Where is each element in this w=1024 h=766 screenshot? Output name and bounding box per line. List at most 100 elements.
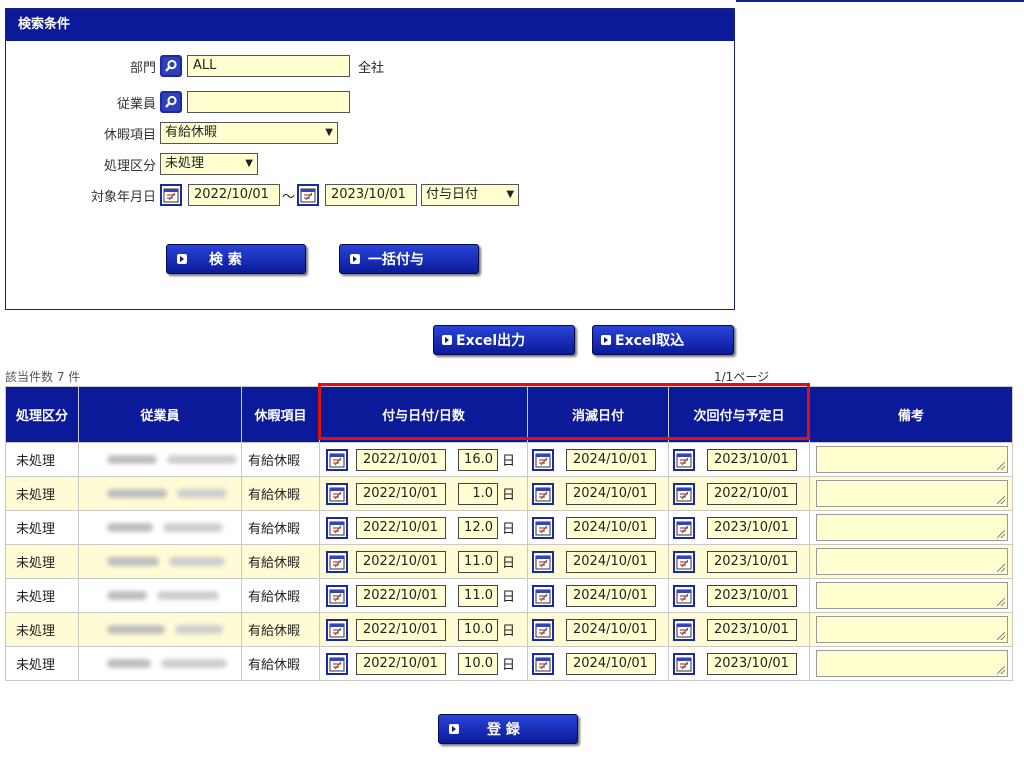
cell-next-grant: 2023/10/01 [668, 612, 810, 647]
calendar-icon[interactable] [326, 482, 348, 505]
employee-input[interactable] [187, 91, 350, 113]
calendar-icon[interactable] [532, 584, 554, 607]
header-leave-item[interactable]: 休暇項目 [241, 386, 320, 443]
calendar-icon[interactable] [673, 550, 695, 573]
memo-textarea[interactable] [816, 480, 1008, 507]
cell-next-grant: 2023/10/01 [668, 578, 810, 613]
grant-days-input[interactable]: 10.0 [458, 652, 498, 675]
cell-grant: 2022/10/01 16.0 日 [319, 442, 528, 477]
process-select[interactable]: 未処理 ▼ [160, 153, 258, 175]
grant-date-input[interactable]: 2022/10/01 [356, 516, 446, 539]
header-memo[interactable]: 備考 [809, 386, 1013, 443]
process-label: 処理区分 [103, 158, 156, 174]
cell-memo [809, 646, 1013, 681]
calendar-icon[interactable] [326, 550, 348, 573]
search-button[interactable]: 検 索 [166, 244, 306, 274]
leave-item-select[interactable]: 有給休暇 ▼ [160, 122, 338, 144]
grant-date-input[interactable]: 2022/10/01 [356, 550, 446, 573]
cell-memo [809, 442, 1013, 477]
calendar-icon[interactable] [673, 482, 695, 505]
next-grant-date-input[interactable]: 2023/10/01 [707, 618, 797, 641]
results-table: 処理区分 従業員 休暇項目 付与日付/日数 消滅日付 次回付与予定日 備考 未処… [5, 386, 1013, 681]
next-grant-date-input[interactable]: 2022/10/01 [707, 482, 797, 505]
excel-export-button[interactable]: Excel出力 [433, 325, 575, 355]
calendar-icon[interactable] [532, 652, 554, 675]
bulk-grant-button[interactable]: 一括付与 [339, 244, 479, 274]
calendar-icon[interactable] [532, 618, 554, 641]
memo-textarea[interactable] [816, 548, 1008, 575]
memo-textarea[interactable] [816, 650, 1008, 677]
memo-textarea[interactable] [816, 582, 1008, 609]
top-rule [736, 0, 1024, 2]
calendar-icon[interactable] [297, 184, 320, 206]
chevron-down-icon: ▼ [506, 189, 515, 200]
cell-expire: 2024/10/01 [527, 476, 669, 511]
cell-memo [809, 578, 1013, 613]
memo-textarea[interactable] [816, 616, 1008, 643]
register-button[interactable]: 登 録 [438, 714, 578, 744]
employee-search-icon[interactable] [160, 91, 182, 113]
calendar-icon[interactable] [532, 516, 554, 539]
grant-date-input[interactable]: 2022/10/01 [356, 482, 446, 505]
grant-days-input[interactable]: 11.0 [458, 584, 498, 607]
calendar-icon[interactable] [326, 618, 348, 641]
grant-date-input[interactable]: 2022/10/01 [356, 448, 446, 471]
cell-grant: 2022/10/01 1.0 日 [319, 476, 528, 511]
next-grant-date-input[interactable]: 2023/10/01 [707, 550, 797, 573]
expire-date-input[interactable]: 2024/10/01 [566, 482, 656, 505]
excel-import-button[interactable]: Excel取込 [592, 325, 734, 355]
header-expire[interactable]: 消滅日付 [527, 386, 669, 443]
next-grant-date-input[interactable]: 2023/10/01 [707, 584, 797, 607]
calendar-icon[interactable] [532, 482, 554, 505]
day-unit: 日 [502, 488, 516, 503]
cell-next-grant: 2023/10/01 [668, 646, 810, 681]
next-grant-date-input[interactable]: 2023/10/01 [707, 448, 797, 471]
expire-date-input[interactable]: 2024/10/01 [566, 584, 656, 607]
calendar-icon[interactable] [673, 448, 695, 471]
date-from-input[interactable]: 2022/10/01 [188, 184, 280, 206]
header-status[interactable]: 処理区分 [5, 386, 79, 443]
calendar-icon[interactable] [326, 516, 348, 539]
expire-date-input[interactable]: 2024/10/01 [566, 550, 656, 573]
calendar-icon[interactable] [532, 448, 554, 471]
dept-search-icon[interactable] [160, 55, 182, 77]
cell-next-grant: 2022/10/01 [668, 476, 810, 511]
calendar-icon[interactable] [673, 516, 695, 539]
calendar-icon[interactable] [673, 584, 695, 607]
header-next-grant[interactable]: 次回付与予定日 [668, 386, 810, 443]
cell-expire: 2024/10/01 [527, 544, 669, 579]
grant-date-input[interactable]: 2022/10/01 [356, 584, 446, 607]
grant-days-input[interactable]: 10.0 [458, 618, 498, 641]
expire-date-input[interactable]: 2024/10/01 [566, 652, 656, 675]
dept-input[interactable]: ALL [187, 55, 350, 77]
cell-expire: 2024/10/01 [527, 646, 669, 681]
calendar-icon[interactable] [326, 448, 348, 471]
expire-date-input[interactable]: 2024/10/01 [566, 618, 656, 641]
expire-date-input[interactable]: 2024/10/01 [566, 516, 656, 539]
memo-textarea[interactable] [816, 514, 1008, 541]
grant-date-input[interactable]: 2022/10/01 [356, 618, 446, 641]
calendar-icon[interactable] [160, 184, 182, 206]
expire-date-input[interactable]: 2024/10/01 [566, 448, 656, 471]
header-employee[interactable]: 従業員 [78, 386, 242, 443]
calendar-icon[interactable] [326, 584, 348, 607]
grant-days-input[interactable]: 12.0 [458, 516, 498, 539]
cell-employee-redacted [78, 544, 242, 579]
next-grant-date-input[interactable]: 2023/10/01 [707, 652, 797, 675]
date-to-input[interactable]: 2023/10/01 [325, 184, 418, 206]
calendar-icon[interactable] [532, 550, 554, 573]
calendar-icon[interactable] [673, 652, 695, 675]
date-kind-select[interactable]: 付与日付 ▼ [421, 184, 520, 206]
grant-date-input[interactable]: 2022/10/01 [356, 652, 446, 675]
next-grant-date-input[interactable]: 2023/10/01 [707, 516, 797, 539]
grant-days-input[interactable]: 1.0 [458, 482, 498, 505]
grant-days-input[interactable]: 11.0 [458, 550, 498, 573]
memo-textarea[interactable] [816, 446, 1008, 473]
date-separator: 〜 [282, 189, 296, 205]
cell-leave-item: 有給休暇 [241, 578, 320, 613]
header-grant[interactable]: 付与日付/日数 [319, 386, 528, 443]
grant-days-input[interactable]: 16.0 [458, 448, 498, 471]
calendar-icon[interactable] [326, 652, 348, 675]
cell-expire: 2024/10/01 [527, 442, 669, 477]
calendar-icon[interactable] [673, 618, 695, 641]
